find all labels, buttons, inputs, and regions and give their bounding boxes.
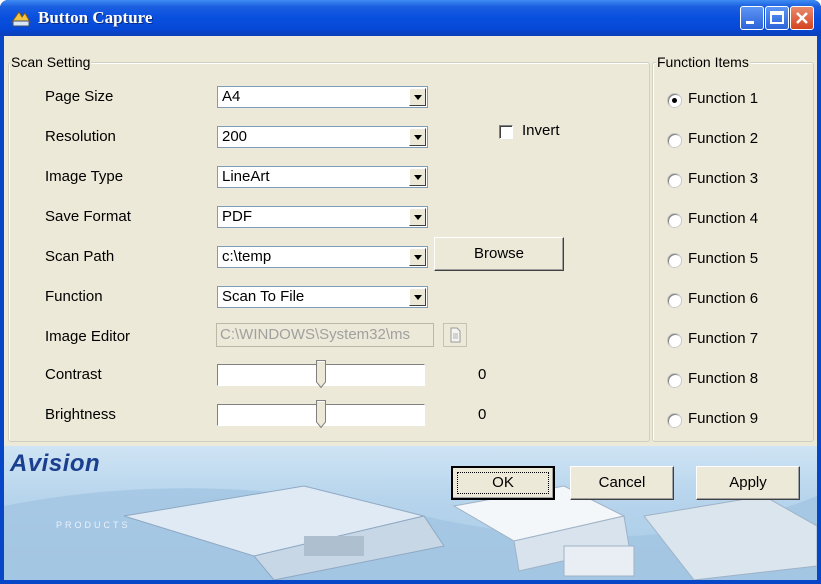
browse-button[interactable]: Browse: [434, 237, 564, 271]
chevron-down-icon[interactable]: [409, 88, 426, 106]
contrast-value: 0: [478, 366, 487, 383]
contrast-label: Contrast: [45, 366, 102, 383]
function-8-radio[interactable]: [668, 374, 681, 387]
app-icon: [11, 11, 31, 27]
function-value: Scan To File: [222, 288, 305, 305]
function-select[interactable]: Scan To File: [217, 286, 428, 308]
ok-button[interactable]: OK: [451, 466, 555, 500]
brightness-value: 0: [478, 406, 487, 423]
function-1-radio[interactable]: [668, 94, 681, 107]
ok-button-label: OK: [492, 474, 514, 491]
function-3-radio[interactable]: [668, 174, 681, 187]
function-label: Function: [45, 288, 103, 305]
resolution-label: Resolution: [45, 128, 116, 145]
close-button[interactable]: [790, 6, 814, 30]
function-5-label[interactable]: Function 5: [688, 250, 758, 267]
invert-label: Invert: [522, 122, 560, 139]
window-frame-bottom: [0, 580, 821, 584]
chevron-down-icon[interactable]: [409, 288, 426, 306]
maximize-icon: [770, 11, 784, 24]
function-5-radio[interactable]: [668, 254, 681, 267]
function-3-label[interactable]: Function 3: [688, 170, 758, 187]
function-2-radio[interactable]: [668, 134, 681, 147]
save-format-select[interactable]: PDF: [217, 206, 428, 228]
apply-button[interactable]: Apply: [696, 466, 800, 500]
function-9-label[interactable]: Function 9: [688, 410, 758, 427]
button-capture-window: Button Capture Scan Setting Page Size A4…: [0, 0, 821, 584]
image-type-label: Image Type: [45, 168, 124, 185]
resolution-select[interactable]: 200: [217, 126, 428, 148]
page-size-value: A4: [222, 88, 241, 105]
function-4-label[interactable]: Function 4: [688, 210, 758, 227]
window-title: Button Capture: [38, 8, 153, 27]
save-format-value: PDF: [222, 208, 252, 225]
resolution-value: 200: [222, 128, 248, 145]
function-7-radio[interactable]: [668, 334, 681, 347]
save-format-label: Save Format: [45, 208, 131, 225]
cancel-button[interactable]: Cancel: [570, 466, 674, 500]
function-9-radio[interactable]: [668, 414, 681, 427]
chevron-down-icon[interactable]: [409, 128, 426, 146]
chevron-down-icon[interactable]: [409, 208, 426, 226]
function-4-radio[interactable]: [668, 214, 681, 227]
avision-logo: Avision: [10, 450, 101, 477]
invert-checkbox[interactable]: [499, 125, 513, 139]
brightness-slider-thumb[interactable]: [316, 400, 326, 428]
function-2-label[interactable]: Function 2: [688, 130, 758, 147]
minimize-button[interactable]: [740, 6, 764, 30]
function-6-label[interactable]: Function 6: [688, 290, 758, 307]
dialog-client-area: Scan Setting Page Size A4 Resolution 200…: [4, 36, 817, 580]
scan-setting-legend: Scan Setting: [10, 54, 92, 70]
image-editor-path-field[interactable]: C:\WINDOWS\System32\ms: [216, 323, 434, 347]
contrast-slider-thumb[interactable]: [316, 360, 326, 388]
banner-tagline: PRODUCTS: [56, 520, 131, 530]
document-icon: [450, 327, 461, 343]
brightness-label: Brightness: [45, 406, 116, 423]
function-1-label[interactable]: Function 1: [688, 90, 758, 107]
function-items-legend: Function Items: [656, 54, 750, 70]
function-7-label[interactable]: Function 7: [688, 330, 758, 347]
chevron-down-icon[interactable]: [409, 248, 426, 266]
scan-path-label: Scan Path: [45, 248, 115, 265]
function-6-radio[interactable]: [668, 294, 681, 307]
avision-banner: Avision PRODUCTS OK Cancel Apply: [4, 446, 817, 580]
page-size-select[interactable]: A4: [217, 86, 428, 108]
function-8-label[interactable]: Function 8: [688, 370, 758, 387]
scan-path-value: c:\temp: [222, 248, 272, 265]
minimize-icon: [746, 21, 754, 24]
scan-path-select[interactable]: c:\temp: [217, 246, 428, 268]
image-editor-label: Image Editor: [45, 328, 131, 345]
image-type-value: LineArt: [222, 168, 270, 185]
window-frame-right: [817, 36, 821, 584]
title-bar[interactable]: Button Capture: [0, 0, 821, 36]
close-icon: [796, 12, 808, 24]
image-type-select[interactable]: LineArt: [217, 166, 428, 188]
image-editor-path-value: C:\WINDOWS\System32\ms: [220, 326, 411, 343]
image-editor-browse-button[interactable]: [443, 323, 467, 347]
chevron-down-icon[interactable]: [409, 168, 426, 186]
maximize-button[interactable]: [765, 6, 789, 30]
page-size-label: Page Size: [45, 88, 114, 105]
